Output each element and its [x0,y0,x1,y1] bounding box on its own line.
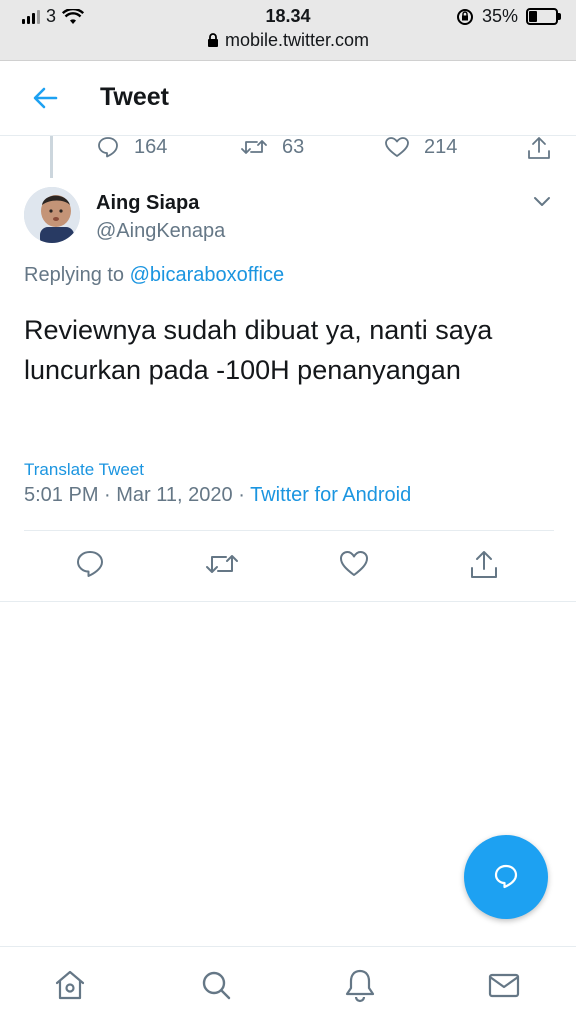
page-title: Tweet [100,83,169,111]
lock-icon [207,33,218,47]
author-name[interactable]: Aing Siapa [96,192,199,215]
retweet-icon [241,140,267,154]
rotation-lock-icon [456,8,473,25]
share-icon[interactable] [468,548,500,580]
mail-icon[interactable] [486,967,522,1003]
share-icon[interactable] [526,135,552,161]
battery-area: 35% [456,6,561,27]
retweet-icon[interactable] [204,548,240,580]
message-bubble-icon [494,864,518,889]
compose-button[interactable] [464,835,548,919]
search-icon[interactable] [198,967,234,1003]
divider [24,530,554,531]
meta-separator: · [238,484,251,506]
replying-to-link[interactable]: @bicaraboxoffice [130,264,284,286]
prev-like-count: 214 [424,135,458,158]
divider [0,601,576,602]
avatar-image [24,187,80,243]
prev-reply-count: 164 [134,135,168,158]
battery-percent: 35% [481,6,518,26]
tweet-text: Reviewnya sudah dibuat ya, nanti saya lu… [24,315,493,385]
tweet-time[interactable]: 5:01 PM [24,484,98,506]
prev-retweet-button[interactable]: 63 [240,135,304,159]
author-handle[interactable]: @AingKenapa [96,220,225,243]
status-bar: 3 18.34 35% mobile.twitter.com [0,0,576,61]
home-icon[interactable] [52,967,88,1003]
address-bar[interactable]: mobile.twitter.com [0,30,576,51]
meta-separator: · [104,484,117,506]
battery-icon [526,8,561,25]
prev-retweet-count: 63 [282,135,305,158]
tweet-actions [0,548,576,588]
previous-tweet-actions: 164 63 214 [0,135,576,165]
translate-tweet-link[interactable]: Translate Tweet [24,460,144,480]
reply-icon[interactable] [74,548,106,580]
replying-prefix: Replying to [24,264,125,286]
battery-fill [529,11,537,22]
prev-reply-button[interactable]: 164 [96,135,167,159]
heart-icon [385,137,409,157]
bell-icon[interactable] [342,967,378,1003]
tweet-meta: 5:01 PM · Mar 11, 2020 · Twitter for And… [24,484,411,507]
replying-to: Replying to @bicaraboxoffice [24,264,284,287]
bottom-tab-bar [0,946,576,1025]
prev-like-button[interactable]: 214 [384,135,457,159]
heart-icon[interactable] [338,548,370,580]
page-header: Tweet [0,61,576,136]
back-arrow-icon[interactable] [30,83,60,113]
url-text: mobile.twitter.com [224,30,370,50]
avatar[interactable] [24,187,80,243]
tweet-date[interactable]: Mar 11, 2020 [116,484,232,506]
reply-icon [98,137,118,158]
chevron-down-icon[interactable] [532,194,552,210]
tweet-source[interactable]: Twitter for Android [250,484,411,506]
